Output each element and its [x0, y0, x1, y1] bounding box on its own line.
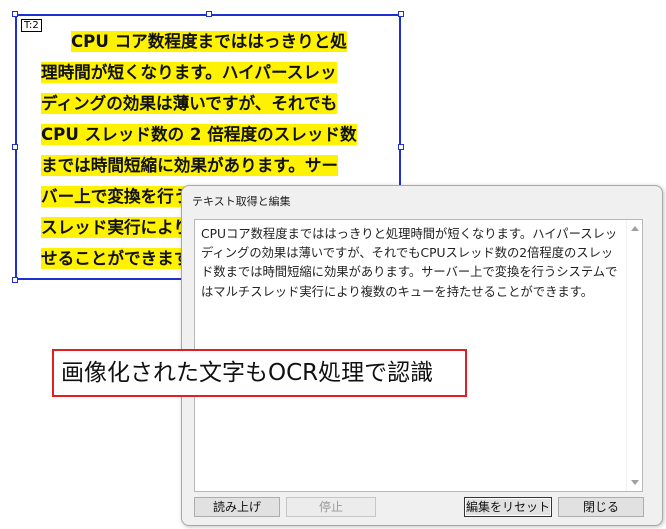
callout-text: 画像化された文字もOCR処理で認識	[61, 360, 434, 386]
stop-button[interactable]: 停止	[286, 497, 376, 517]
frame-line: CPU スレッド数の 2 倍程度のスレッド数	[41, 124, 357, 145]
frame-line: CPU コア数程度までははっきりと処	[71, 31, 347, 52]
scroll-up-icon[interactable]	[631, 226, 639, 231]
frame-line: 理時間が短くなります。ハイパースレッ	[41, 62, 337, 83]
resize-handle-top-right[interactable]	[398, 11, 404, 17]
ocr-callout-box: 画像化された文字もOCR処理で認識	[52, 349, 467, 397]
frame-tag-label: T:2	[21, 19, 42, 32]
resize-handle-top[interactable]	[206, 11, 212, 17]
reset-edit-button[interactable]: 編集をリセット	[464, 497, 552, 517]
scroll-down-icon[interactable]	[631, 480, 639, 485]
vertical-scrollbar[interactable]	[626, 220, 642, 491]
resize-handle-top-left[interactable]	[12, 11, 18, 17]
resize-handle-left[interactable]	[12, 144, 18, 150]
frame-line: までは時間短縮に効果があります。サー	[41, 155, 339, 176]
dialog-title: テキスト取得と編集	[192, 195, 291, 208]
read-aloud-button[interactable]: 読み上げ	[194, 497, 280, 517]
ocr-text-content[interactable]: CPUコア数程度までははっきりと処理時間が短くなります。ハイパースレッディングの…	[201, 225, 621, 302]
resize-handle-right[interactable]	[398, 144, 404, 150]
close-button[interactable]: 閉じる	[558, 497, 644, 517]
resize-handle-bottom-left[interactable]	[12, 277, 18, 283]
frame-line: ディングの効果は薄いですが、それでも	[41, 93, 338, 114]
